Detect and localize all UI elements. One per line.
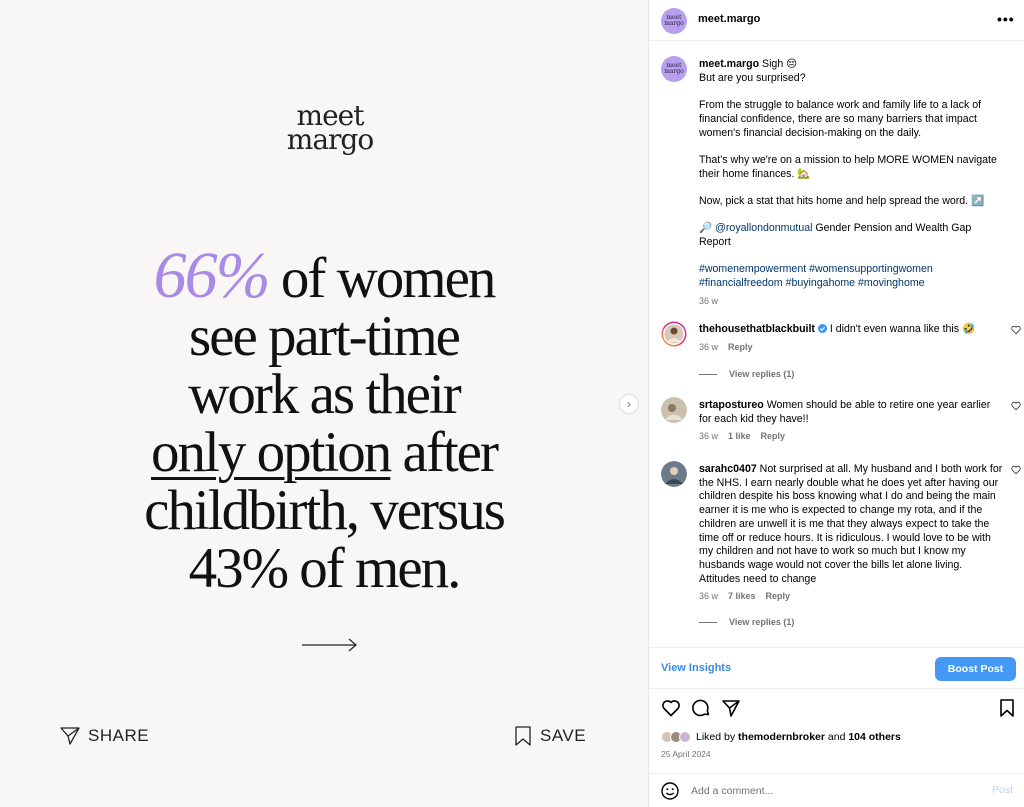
commenter-avatar[interactable]	[661, 397, 687, 423]
mention-link[interactable]: @royallondonmutual	[715, 222, 812, 234]
share-label: SHARE	[88, 726, 150, 745]
view-replies-label: View replies (1)	[729, 369, 795, 379]
comment-time[interactable]: 36 w	[699, 430, 718, 444]
post-actions	[649, 698, 1024, 722]
boost-post-button[interactable]: Boost Post	[935, 657, 1016, 681]
avatar[interactable]: meet margo	[661, 8, 687, 34]
comment-input[interactable]	[691, 783, 971, 799]
reply-button[interactable]: Reply	[728, 341, 753, 355]
caption-time[interactable]: 36 w	[699, 295, 718, 309]
comment-body: sarahc0407 Not surprised at all. My husb…	[699, 463, 1004, 604]
headline-line3: work as their	[188, 363, 462, 426]
post-headline: 66% of women see part-time work as their…	[0, 243, 648, 600]
comment-text: I didn't even wanna like this 🤣	[826, 323, 976, 335]
caption-avatar[interactable]: meet margo	[661, 56, 687, 82]
post-image: meet margo 66% of women see part-time wo…	[0, 0, 648, 807]
share-action[interactable]: SHARE	[60, 726, 149, 746]
comment-time[interactable]: 36 w	[699, 590, 718, 604]
divider	[699, 373, 717, 375]
like-comment-icon[interactable]	[1011, 401, 1021, 411]
arrow-right-icon	[302, 638, 357, 652]
comment-text: Not surprised at all. My husband and I b…	[699, 463, 1003, 585]
commenter-avatar[interactable]	[661, 461, 687, 487]
view-replies-button[interactable]: View replies (1)	[699, 617, 794, 627]
divider	[699, 621, 717, 623]
liked-by-count[interactable]: 104 others	[848, 731, 901, 743]
liked-by-prefix: Liked by	[696, 731, 739, 743]
emoji-icon[interactable]	[661, 782, 679, 800]
liker-avatar	[679, 731, 691, 743]
like-comment-icon[interactable]	[1011, 465, 1021, 475]
header-username[interactable]: meet.margo	[698, 13, 760, 25]
verified-icon	[817, 324, 827, 333]
comment-likes[interactable]: 1 like	[728, 430, 751, 444]
headline-line2: see part-time	[189, 305, 461, 368]
reply-button[interactable]: Reply	[761, 430, 786, 444]
caption-line2: But are you surprised?	[699, 71, 806, 84]
headline-line4: after	[390, 421, 499, 484]
headline-percent: 66%	[153, 239, 271, 312]
headline-line1: of women	[268, 247, 497, 310]
comment-body: thehousethatblackbuilt I didn't even wan…	[699, 323, 1004, 354]
headline-line6: 43% of men.	[188, 537, 462, 600]
caption-body: meet.margo Sigh 😔 But are you surprised?…	[699, 58, 1004, 309]
view-replies-button[interactable]: View replies (1)	[699, 369, 794, 379]
view-insights-link[interactable]: View Insights	[661, 662, 731, 674]
magnifier-icon: 🔎	[699, 222, 716, 235]
bookmark-icon	[515, 726, 531, 746]
post-date[interactable]: 25 April 2024	[661, 749, 711, 759]
chevron-right-icon: ›	[627, 397, 631, 411]
comment-username[interactable]: sarahc0407	[699, 463, 757, 475]
liked-by-user[interactable]: themodernbroker	[738, 731, 825, 743]
send-icon[interactable]	[721, 698, 741, 718]
hashtags[interactable]: #womenempowerment #womensupportingwomen …	[699, 263, 1004, 290]
add-comment-bar: Post	[649, 773, 1024, 807]
caption-username[interactable]: meet.margo	[699, 58, 759, 70]
brand-logo: meet margo	[286, 99, 374, 156]
headline-underlined: only option	[151, 421, 392, 484]
comment-username[interactable]: srtapostureo	[699, 399, 764, 411]
like-icon[interactable]	[661, 698, 681, 718]
save-label: SAVE	[540, 726, 587, 745]
comments-section[interactable]: meet margo meet.margo Sigh 😔 But are you…	[649, 42, 1024, 646]
reply-button[interactable]: Reply	[766, 590, 791, 604]
post-header: meet margo meet.margo •••	[649, 0, 1024, 41]
post-comment-button[interactable]: Post	[992, 784, 1013, 796]
comment-time[interactable]: 36 w	[699, 341, 718, 355]
view-replies-label: View replies (1)	[729, 617, 795, 627]
comment-body: srtapostureo Women should be able to ret…	[699, 399, 1004, 444]
caption-para4: Now, pick a stat that hits home and help…	[699, 194, 985, 207]
save-action[interactable]: SAVE	[514, 726, 586, 746]
comment-icon[interactable]	[691, 698, 711, 718]
more-options-icon[interactable]: •••	[997, 11, 1015, 27]
comment-likes[interactable]: 7 likes	[728, 590, 756, 604]
send-icon	[60, 727, 80, 745]
headline-line5: childbirth, versus	[144, 479, 506, 542]
insights-bar: View Insights Boost Post	[649, 647, 1024, 689]
liked-by-mid: and	[824, 731, 849, 743]
post-sidebar: meet margo meet.margo ••• meet margo mee…	[648, 0, 1024, 807]
like-comment-icon[interactable]	[1011, 325, 1021, 335]
save-icon[interactable]	[999, 698, 1015, 718]
comment-username[interactable]: thehousethatblackbuilt	[699, 323, 815, 335]
liked-by: Liked by themodernbroker and 104 others	[661, 731, 901, 743]
caption-para2: From the struggle to balance work and fa…	[699, 99, 982, 139]
caption-para3: That's why we're on a mission to help MO…	[699, 153, 997, 180]
next-slide-button[interactable]: ›	[619, 394, 639, 414]
caption-line1: Sigh 😔	[759, 58, 798, 70]
commenter-avatar[interactable]	[661, 321, 687, 347]
